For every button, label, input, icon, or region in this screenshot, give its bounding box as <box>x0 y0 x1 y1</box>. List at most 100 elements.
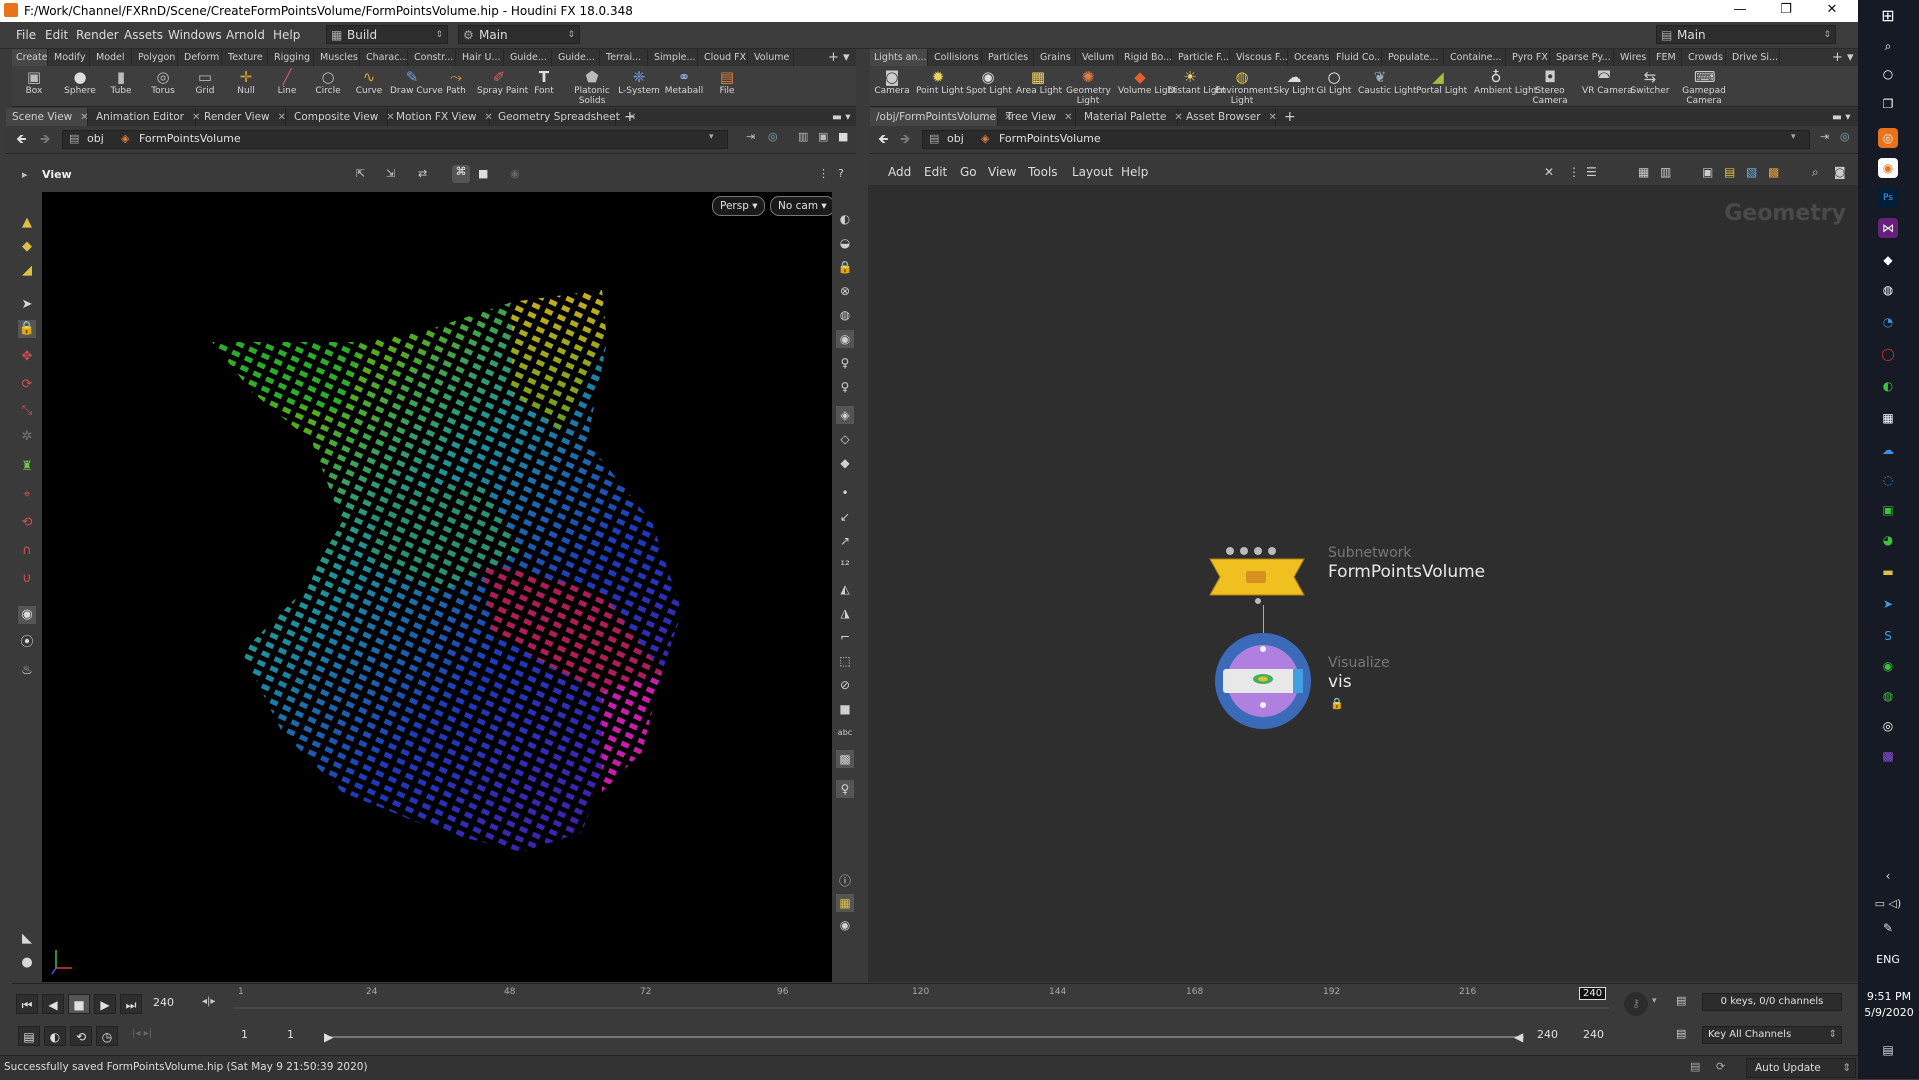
select-mode-icon[interactable]: ⇱ <box>356 167 365 180</box>
shelf-tab-model[interactable]: Model <box>92 49 132 66</box>
tool-null[interactable]: ✛ Null <box>224 68 268 96</box>
dots-icon[interactable]: ▩ <box>1768 165 1779 179</box>
chevron-down-icon[interactable]: ▾ <box>1791 132 1796 142</box>
shelf-tab-particles[interactable]: Particles <box>984 49 1034 66</box>
tool-ambient-light[interactable]: ♁ Ambient Light <box>1474 68 1537 96</box>
shelf-tab-terrain[interactable]: Terrai... <box>602 49 648 66</box>
tool-environment-light[interactable]: ◍ Environment Light <box>1215 68 1272 106</box>
search-icon[interactable]: ⌕ <box>1812 165 1819 180</box>
play-reverse-button[interactable]: ◀ <box>42 994 64 1014</box>
app-icon[interactable]: ▦ <box>1878 408 1898 428</box>
shelf-tab-constraints[interactable]: Constr... <box>410 49 456 66</box>
close-button[interactable]: ✕ <box>1810 2 1854 20</box>
unreal-icon[interactable]: ◍ <box>1878 280 1898 300</box>
windows-start-icon[interactable]: ⊞ <box>1878 6 1898 26</box>
info-icon[interactable]: ⓘ <box>836 872 854 890</box>
add-pane-tab-button[interactable]: + <box>618 108 640 126</box>
close-icon[interactable]: ✕ <box>1269 112 1277 123</box>
image-icon[interactable]: ▧ <box>1746 165 1757 179</box>
maximize-button[interactable]: ❐ <box>1764 2 1808 20</box>
cortana-icon[interactable]: ○ <box>1878 64 1898 84</box>
range-end-field[interactable]: 240 <box>1532 1027 1572 1045</box>
tab-geometry-spreadsheet[interactable]: Geometry Spreadsheet ✕ <box>492 108 636 126</box>
tab-tree-view[interactable]: Tree View ✕ <box>1000 108 1076 126</box>
range-slider-end-handle[interactable]: ◀ <box>1514 1030 1523 1044</box>
shelf-tab-populate[interactable]: Populate... <box>1384 49 1444 66</box>
transform-tool-icon[interactable]: ✲ <box>18 428 36 446</box>
keys-info-field[interactable]: 0 keys, 0/0 channels <box>1702 993 1842 1011</box>
shelf-tab-lights-cameras[interactable]: Lights an... <box>870 49 928 66</box>
ghosted-icon[interactable]: ◇ <box>836 430 854 448</box>
persp-menu[interactable]: Persp ▾ <box>712 196 766 216</box>
menu-help[interactable]: Help <box>273 28 300 42</box>
tool-file[interactable]: ▤ File <box>705 68 749 96</box>
shelf-tab-deform[interactable]: Deform <box>180 49 222 66</box>
normals-icon[interactable]: ↙ <box>836 508 854 526</box>
realtime-toggle-button[interactable]: ▤ <box>18 1026 40 1046</box>
background-image-icon[interactable]: ▩ <box>836 750 854 768</box>
visual-studio-icon[interactable]: ⋈ <box>1878 218 1898 238</box>
shelf-tab-hair-utils[interactable]: Hair U... <box>458 49 504 66</box>
tool-box[interactable]: ▣ Box <box>12 68 56 96</box>
camera-menu[interactable]: No cam ▾ <box>770 196 835 216</box>
audio-button[interactable]: ◐ <box>44 1026 66 1046</box>
shelf-tab-guide-brushes[interactable]: Guide... <box>554 49 600 66</box>
text-display-icon[interactable]: abc <box>836 724 854 742</box>
notifications-icon[interactable]: ▤ <box>1878 1040 1898 1060</box>
blender-icon[interactable]: ◔ <box>1878 312 1898 332</box>
lights-icon[interactable]: ♀ <box>836 378 854 396</box>
file-explorer-icon[interactable]: ▬ <box>1878 562 1898 582</box>
key-all-icon[interactable]: ▤ <box>1676 1027 1686 1040</box>
minimize-button[interactable]: — <box>1718 2 1762 20</box>
sphere-light-icon[interactable]: ● <box>18 954 36 972</box>
jump-start-button[interactable]: ⏮ <box>16 994 38 1014</box>
grid-view-icon[interactable]: ▦ <box>1638 165 1649 179</box>
tool-spot-light[interactable]: ◉ Spot Light <box>966 68 1012 96</box>
tool-sky-light[interactable]: ☁ Sky Light <box>1272 68 1316 96</box>
tab-material-palette[interactable]: Material Palette ✕ <box>1078 108 1183 126</box>
add-shelf-tab-button[interactable]: + ▾ <box>824 49 854 66</box>
shelf-tab-create[interactable]: Create <box>12 49 48 66</box>
light-link-icon[interactable]: ♀ <box>836 780 854 798</box>
tool-point-light[interactable]: ✹ Point Light <box>916 68 964 96</box>
shelf-tab-container-tools[interactable]: Containe... <box>1446 49 1506 66</box>
cloud-icon[interactable]: ☁ <box>1878 440 1898 460</box>
houdini-taskbar-icon[interactable]: ◎ <box>1878 128 1898 148</box>
light-tool-icon[interactable]: ◣ <box>18 930 36 948</box>
shelf-tab-guide-process[interactable]: Guide... <box>506 49 552 66</box>
shelf-tab-rigid-bodies[interactable]: Rigid Bo... <box>1120 49 1172 66</box>
shelf-tab-fluid-containers[interactable]: Fluid Co... <box>1332 49 1382 66</box>
tab-network-editor[interactable]: /obj/FormPointsVolume ✕ <box>870 108 1013 126</box>
opera-icon[interactable]: ◯ <box>1878 344 1898 364</box>
pen-icon[interactable]: ✎ <box>1878 918 1898 938</box>
view-tool-icon[interactable]: ◉ <box>18 606 36 624</box>
tool-grid[interactable]: ▭ Grid <box>183 68 227 96</box>
3d-viewport[interactable] <box>42 192 832 982</box>
menu-windows[interactable]: Windows <box>168 28 222 42</box>
net-menu-view[interactable]: View <box>988 165 1016 179</box>
tool-curve[interactable]: ∿ Curve <box>347 68 391 96</box>
no-geometry-icon[interactable]: ⊗ <box>836 282 854 300</box>
rotate-tool-icon[interactable]: ⟳ <box>18 376 36 394</box>
record-icon[interactable]: ◉ <box>510 167 520 180</box>
template-icon[interactable]: ◆ <box>836 454 854 472</box>
shelf-tab-particle-fluids[interactable]: Particle F... <box>1174 49 1230 66</box>
maximize-pane-icon[interactable]: ■ <box>838 130 848 143</box>
shelf-tab-viscous-fluids[interactable]: Viscous F... <box>1232 49 1288 66</box>
steam-icon[interactable]: ◎ <box>1878 716 1898 736</box>
timeline-ruler[interactable] <box>234 984 1634 1024</box>
telegram-icon[interactable]: ➤ <box>1878 594 1898 614</box>
task-view-icon[interactable]: ❐ <box>1878 94 1898 114</box>
tool-switcher[interactable]: ⇆ Switcher <box>1628 68 1672 96</box>
list-icon[interactable]: ☰ <box>1586 165 1597 179</box>
photoshop-icon[interactable]: Ps <box>1878 188 1898 208</box>
tool-portal-light[interactable]: ◢ Portal Light <box>1416 68 1467 96</box>
guide-icon[interactable]: ⊘ <box>836 676 854 694</box>
lock-tool-icon[interactable]: 🔒 <box>18 320 36 338</box>
range-end-field-2[interactable]: 240 <box>1578 1027 1618 1045</box>
chevron-left-icon[interactable]: ‹ <box>1878 866 1898 886</box>
prim-normals-icon[interactable]: ◭ <box>836 580 854 598</box>
pane-menu-button[interactable]: ▬ ▾ <box>826 108 854 126</box>
tool-gamepad-camera[interactable]: ⌨ Gamepad Camera <box>1682 68 1726 106</box>
path-node[interactable]: FormPointsVolume <box>999 132 1101 145</box>
